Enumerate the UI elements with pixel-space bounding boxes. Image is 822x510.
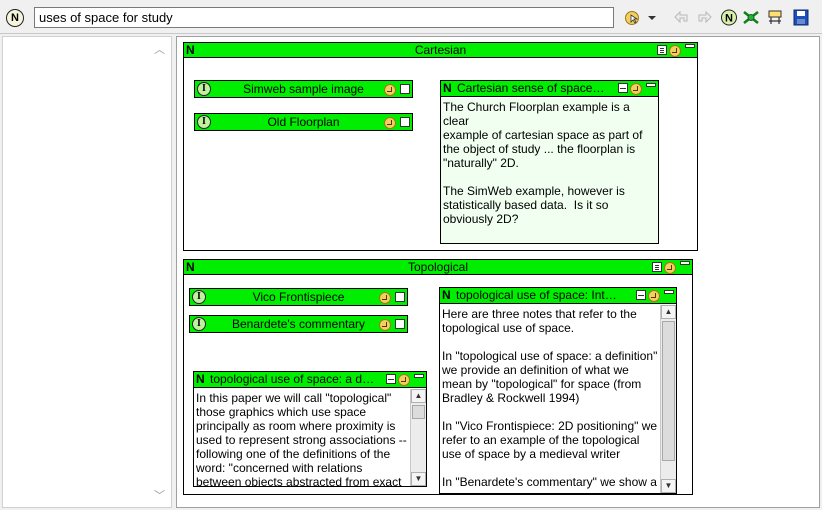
- note-topological-definition[interactable]: N topological use of space: a d… In this…: [193, 371, 427, 487]
- toolbar: N N: [0, 0, 822, 34]
- text-view-icon[interactable]: [636, 290, 646, 300]
- list-view-icon[interactable]: [657, 45, 667, 55]
- map-canvas[interactable]: N Cartesian I Simweb sample image I Old …: [176, 36, 820, 508]
- agent-cursor-icon[interactable]: [384, 116, 398, 129]
- container-header[interactable]: N Cartesian: [184, 43, 697, 58]
- scroll-down-icon[interactable]: ▼: [411, 472, 426, 486]
- minimize-icon[interactable]: [664, 290, 674, 294]
- text-view-icon[interactable]: [618, 83, 628, 93]
- item-benardetes-commentary[interactable]: I Benardete's commentary: [189, 315, 408, 333]
- scroll-up-icon[interactable]: ▲: [411, 389, 426, 403]
- note-new-icon[interactable]: N: [720, 9, 738, 26]
- note-type-icon: N: [443, 81, 452, 95]
- open-icon[interactable]: [400, 117, 410, 127]
- item-old-floorplan[interactable]: I Old Floorplan: [194, 113, 413, 131]
- agent-cursor-icon[interactable]: [664, 261, 678, 274]
- item-label: Old Floorplan: [267, 115, 340, 129]
- container-title[interactable]: Cartesian: [415, 43, 466, 57]
- agent-cursor-icon[interactable]: [648, 289, 662, 302]
- app-logo-icon: N: [6, 9, 24, 27]
- agent-cursor-icon[interactable]: [379, 291, 393, 304]
- item-label: Vico Frontispiece: [252, 290, 345, 304]
- minimize-icon[interactable]: [685, 44, 695, 48]
- map-title-input[interactable]: [34, 7, 614, 28]
- note-title[interactable]: topological use of space: Int…: [456, 288, 617, 302]
- minimize-icon[interactable]: [414, 374, 424, 378]
- note-header[interactable]: N topological use of space: a d…: [194, 372, 426, 388]
- agent-cursor-icon[interactable]: [630, 82, 644, 95]
- note-title[interactable]: Cartesian sense of space…: [457, 81, 604, 95]
- open-icon[interactable]: [400, 84, 410, 94]
- container-title[interactable]: Topological: [408, 260, 468, 274]
- scroll-up-icon[interactable]: ︿: [154, 41, 165, 57]
- container-header[interactable]: N Topological: [184, 260, 692, 275]
- forward-icon[interactable]: [696, 9, 714, 26]
- svg-text:N: N: [725, 13, 733, 25]
- note-header[interactable]: N Cartesian sense of space…: [441, 81, 658, 97]
- item-simweb-sample-image[interactable]: I Simweb sample image: [194, 80, 413, 98]
- note-title[interactable]: topological use of space: a d…: [210, 372, 374, 386]
- link-icon[interactable]: [742, 9, 760, 26]
- map-icon[interactable]: [766, 9, 784, 26]
- scroll-down-icon[interactable]: ﹀: [154, 487, 165, 503]
- save-icon[interactable]: [792, 9, 810, 26]
- note-body[interactable]: In this paper we will call "topological"…: [194, 389, 410, 486]
- container-cartesian[interactable]: N Cartesian I Simweb sample image I Old …: [183, 42, 698, 251]
- scroll-up-icon[interactable]: ▲: [661, 305, 676, 319]
- note-body[interactable]: Here are three notes that refer to the t…: [440, 305, 660, 493]
- container-topological[interactable]: N Topological I Vico Frontispiece I Bena…: [183, 259, 693, 495]
- agent-cursor-icon[interactable]: [624, 9, 642, 26]
- item-label: Benardete's commentary: [231, 317, 366, 331]
- agent-cursor-icon[interactable]: [384, 83, 398, 96]
- dropdown-arrow-icon[interactable]: [646, 9, 658, 26]
- scroll-down-icon[interactable]: ▼: [661, 479, 676, 493]
- note-topological-intro[interactable]: N topological use of space: Int… Here ar…: [439, 287, 677, 494]
- note-cartesian-sense[interactable]: N Cartesian sense of space… The Church F…: [440, 80, 659, 244]
- agent-cursor-icon[interactable]: [379, 318, 393, 331]
- image-note-icon: I: [192, 317, 206, 331]
- agent-cursor-icon[interactable]: [669, 44, 683, 57]
- note-type-icon: N: [186, 260, 195, 274]
- note-type-icon: N: [186, 43, 195, 57]
- scroll-thumb[interactable]: [412, 405, 425, 419]
- image-note-icon: I: [197, 115, 211, 129]
- note-body[interactable]: The Church Floorplan example is a clear …: [441, 98, 658, 243]
- note-type-icon: N: [442, 288, 451, 302]
- item-vico-frontispiece[interactable]: I Vico Frontispiece: [189, 288, 408, 306]
- open-icon[interactable]: [395, 292, 405, 302]
- minimize-icon[interactable]: [680, 261, 690, 265]
- text-view-icon[interactable]: [386, 374, 396, 384]
- agent-cursor-icon[interactable]: [398, 373, 412, 386]
- note-header[interactable]: N topological use of space: Int…: [440, 288, 676, 304]
- outline-panel[interactable]: ︿ ﹀: [2, 36, 172, 508]
- image-note-icon: I: [197, 82, 211, 96]
- note-type-icon: N: [196, 372, 205, 386]
- image-note-icon: I: [192, 290, 206, 304]
- note-scrollbar[interactable]: ▲ ▼: [410, 389, 426, 486]
- item-label: Simweb sample image: [243, 82, 364, 96]
- open-icon[interactable]: [395, 319, 405, 329]
- back-icon[interactable]: [672, 9, 690, 26]
- scroll-thumb[interactable]: [662, 321, 675, 461]
- minimize-icon[interactable]: [646, 83, 656, 87]
- note-scrollbar[interactable]: ▲ ▼: [660, 305, 676, 493]
- list-view-icon[interactable]: [652, 262, 662, 272]
